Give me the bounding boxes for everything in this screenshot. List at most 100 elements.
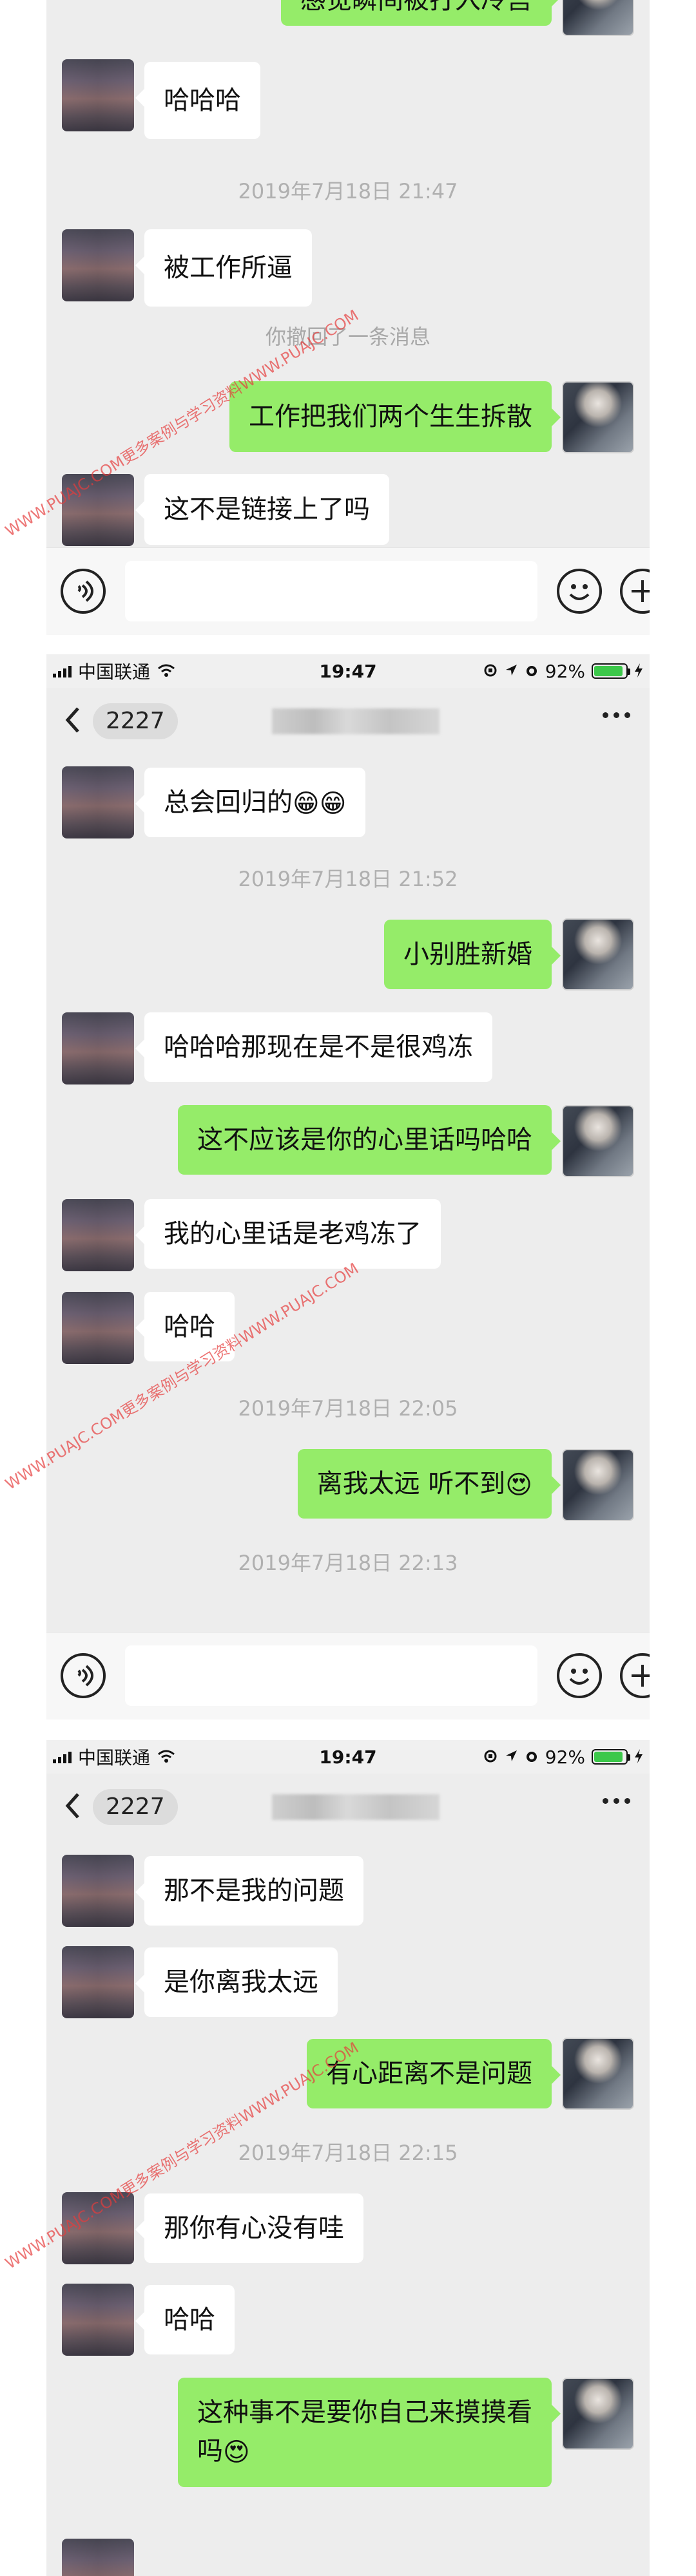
- message-bubble-outgoing[interactable]: 小别胜新婚: [384, 920, 561, 989]
- plus-icon[interactable]: [620, 569, 650, 614]
- message-text: 这不应该是你的心里话吗哈哈: [197, 1125, 532, 1155]
- my-avatar[interactable]: [562, 2378, 634, 2450]
- contact-name-blurred: [272, 1794, 440, 1820]
- message-text: 小别胜新婚: [403, 940, 532, 969]
- location-icon: [504, 661, 518, 682]
- message-bubble-outgoing[interactable]: 工作把我们两个生生拆散: [229, 381, 561, 452]
- my-avatar[interactable]: [562, 1105, 634, 1177]
- friend-avatar[interactable]: [62, 1946, 134, 2018]
- message-bubble-outgoing[interactable]: 这种事不是要你自己来摸摸看 吗😍: [178, 2378, 561, 2487]
- message-text: 那不是我的问题: [164, 1876, 344, 1906]
- message-text: 被工作所逼: [164, 253, 293, 283]
- message-text: 我的心里话是老鸡冻了: [164, 1219, 421, 1249]
- location-icon: [504, 1747, 518, 1768]
- friend-avatar[interactable]: [62, 229, 134, 301]
- my-avatar[interactable]: [562, 1449, 634, 1521]
- back-button[interactable]: [54, 702, 90, 738]
- ellipsis-icon: [603, 1798, 608, 1804]
- message-bubble-incoming[interactable]: 总会回归的😁😁: [135, 768, 366, 837]
- chat-header: 2227: [46, 1774, 650, 1838]
- ellipsis-icon: [603, 712, 608, 718]
- unread-count-badge[interactable]: 2227: [93, 1789, 178, 1825]
- timestamp: 2019年7月18日 22:15: [238, 2141, 458, 2165]
- message-bubble-incoming[interactable]: 被工作所逼: [135, 229, 312, 307]
- friend-avatar[interactable]: [62, 2284, 134, 2356]
- message-text: 总会回归的: [164, 788, 293, 817]
- input-bar: [46, 1632, 650, 1719]
- battery-percent: 92%: [545, 1746, 585, 1768]
- timestamp: 2019年7月18日 21:47: [238, 179, 458, 204]
- rotation-lock-icon: [483, 661, 498, 682]
- voice-icon[interactable]: [61, 569, 106, 614]
- message-text: 哈哈哈那现在是不是很鸡冻: [164, 1032, 473, 1062]
- heart-eyes-emoji-icon: 😍: [505, 1470, 532, 1500]
- battery-icon: [592, 1749, 630, 1765]
- message-bubble-outgoing[interactable]: 这不应该是你的心里话吗哈哈: [178, 1105, 561, 1175]
- message-text-line-1: 这种事不是要你自己来摸摸看: [197, 2398, 532, 2427]
- alarm-icon: [525, 1747, 539, 1768]
- message-text-line-2: 吗: [197, 2436, 223, 2466]
- chevron-left-icon: [65, 707, 79, 733]
- chat-header: 2227: [46, 688, 650, 752]
- message-bubble-incoming[interactable]: 哈哈: [135, 2285, 235, 2354]
- friend-avatar[interactable]: [62, 1855, 134, 1927]
- message-text: 有心距离不是问题: [326, 2059, 532, 2088]
- plus-icon[interactable]: [620, 1653, 650, 1698]
- message-text: 感觉瞬间被打入冷宫: [300, 0, 532, 15]
- friend-avatar[interactable]: [62, 1012, 134, 1084]
- chat-screen-2: 中国联通 19:47 92% 2227 总会回归的😁😁 2019年7月18日 2…: [46, 654, 650, 1719]
- message-text: 工作把我们两个生生拆散: [249, 402, 532, 431]
- voice-icon[interactable]: [61, 1653, 106, 1698]
- my-avatar[interactable]: [562, 0, 634, 36]
- emoji-icon[interactable]: [557, 569, 602, 614]
- message-bubble-incoming[interactable]: 那你有心没有哇: [135, 2193, 363, 2263]
- message-bubble-outgoing[interactable]: 离我太远 听不到😍: [297, 1449, 561, 1519]
- back-button[interactable]: [54, 1788, 90, 1824]
- friend-avatar[interactable]: [62, 766, 134, 838]
- charging-icon: [634, 661, 643, 682]
- timestamp: 2019年7月18日 22:13: [238, 1551, 458, 1575]
- message-bubble-incoming[interactable]: 这不是链接上了吗: [135, 474, 389, 545]
- chevron-left-icon: [65, 1793, 79, 1819]
- message-text: 离我太远 听不到: [316, 1469, 506, 1499]
- friend-avatar[interactable]: [62, 59, 134, 131]
- alarm-icon: [525, 661, 539, 682]
- chat-screen-3: 中国联通 19:47 92% 2227 那不是我的问题 是你离我太远 有心距离不…: [46, 1740, 650, 2576]
- heart-eyes-emoji-icon: 😍: [223, 2438, 250, 2467]
- screenshot-divider: [0, 1719, 696, 1740]
- friend-avatar[interactable]: [62, 1292, 134, 1364]
- more-options-button[interactable]: [603, 1798, 630, 1804]
- message-text: 哈哈: [164, 2305, 215, 2334]
- contact-name-blurred: [272, 708, 440, 734]
- message-text: 哈哈: [164, 1312, 215, 1341]
- timestamp: 2019年7月18日 21:52: [238, 867, 458, 891]
- message-bubble-incoming[interactable]: 那不是我的问题: [135, 1856, 363, 1926]
- emoji-icon[interactable]: [557, 1653, 602, 1698]
- message-bubble-incoming[interactable]: 我的心里话是老鸡冻了: [135, 1199, 441, 1269]
- message-text: 这不是链接上了吗: [164, 495, 370, 524]
- status-bar: 中国联通 19:47 92%: [46, 654, 650, 688]
- unread-count-badge[interactable]: 2227: [93, 703, 178, 739]
- more-options-button[interactable]: [603, 712, 630, 718]
- message-input[interactable]: [125, 1645, 537, 1706]
- rotation-lock-icon: [483, 1747, 498, 1768]
- battery-percent: 92%: [545, 660, 585, 682]
- input-bar: [46, 547, 650, 635]
- message-bubble-incoming[interactable]: 哈哈哈那现在是不是很鸡冻: [135, 1012, 492, 1082]
- my-avatar[interactable]: [562, 381, 634, 453]
- battery-icon: [592, 663, 630, 679]
- my-avatar[interactable]: [562, 2038, 634, 2110]
- my-avatar[interactable]: [562, 918, 634, 990]
- message-text: 那你有心没有哇: [164, 2213, 344, 2243]
- grin-emoji-icon: 😁😁: [293, 789, 347, 819]
- message-bubble-incoming[interactable]: 哈哈哈: [135, 62, 260, 139]
- friend-avatar[interactable]: [62, 1199, 134, 1271]
- message-bubble-incoming[interactable]: 是你离我太远: [135, 1947, 338, 2017]
- message-input[interactable]: [125, 561, 537, 621]
- friend-avatar[interactable]: [62, 2539, 134, 2576]
- message-bubble-outgoing[interactable]: 感觉瞬间被打入冷宫: [281, 0, 561, 26]
- status-bar: 中国联通 19:47 92%: [46, 1740, 650, 1774]
- message-text: 是你离我太远: [164, 1967, 318, 1997]
- charging-icon: [634, 1747, 643, 1768]
- screenshot-divider: [0, 635, 696, 654]
